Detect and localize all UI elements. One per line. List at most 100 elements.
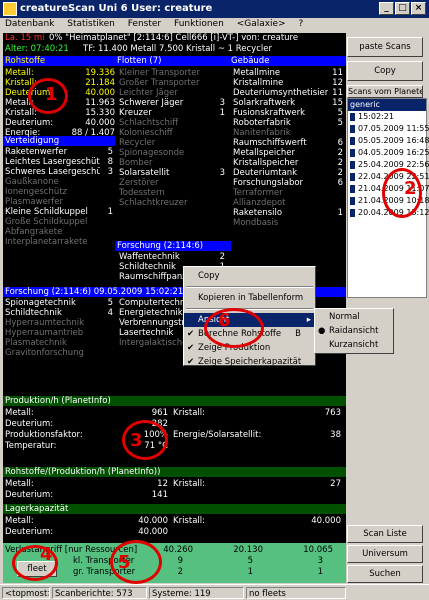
rohprod-row-1: Metall: 12 Kristall: 27 bbox=[3, 479, 346, 489]
verteidigung-value: 3 bbox=[107, 167, 113, 177]
age-minutes: La. 15 min bbox=[5, 33, 45, 43]
prod-row-4: Temperatur: 71 °C bbox=[3, 441, 346, 451]
verteidigung-value bbox=[101, 187, 113, 197]
flotte-value bbox=[213, 138, 225, 148]
menu-help[interactable]: ? bbox=[294, 18, 309, 30]
lager-row-1: Metall: 40.000 Kristall: 40.000 bbox=[3, 516, 346, 526]
scan-date-item[interactable]: 07.05.2009 11:55 bbox=[348, 123, 429, 135]
flotte-value bbox=[213, 188, 225, 198]
planet-info: 0% "Heimatplanet" [2:114:6] Cell666 [i]-… bbox=[49, 33, 299, 43]
gebaeude-value: 12 bbox=[332, 78, 343, 88]
ctx-copy-table[interactable]: Kopieren in Tabellenform bbox=[184, 291, 315, 305]
rohstoff-value: 40.000 bbox=[85, 118, 115, 128]
annotation-number-6: 6 bbox=[218, 310, 231, 331]
menu-galaxie[interactable]: <Galaxie> bbox=[232, 18, 291, 30]
forschung-value bbox=[101, 328, 113, 338]
scan-date-label: 15:02:21 bbox=[358, 112, 394, 121]
verteidigung-value bbox=[101, 217, 113, 227]
status-fleets: no fleets bbox=[246, 587, 346, 599]
lager-metall-value: 40.000 bbox=[138, 516, 168, 526]
verteidigung-label: Gaußkanone bbox=[5, 177, 59, 187]
gebaeude-value: 15 bbox=[332, 98, 343, 108]
verteidigung-label: Kleine Schildkuppel bbox=[5, 207, 88, 217]
minimize-button[interactable]: _ bbox=[379, 2, 394, 15]
status-scanberichte: Scanberichte: 573 bbox=[52, 587, 147, 599]
gebaeude-value: 5 bbox=[337, 118, 343, 128]
ctx-copy[interactable]: Copy bbox=[184, 269, 315, 283]
menu-statistiken[interactable]: Statistiken bbox=[62, 18, 120, 30]
ctx-zeige-speicher[interactable]: ✔ Zeige Speicherkapazität bbox=[184, 355, 315, 369]
rohstoff-value: 21.184 bbox=[85, 78, 115, 88]
forschung-value bbox=[101, 348, 113, 358]
forschung-value bbox=[101, 318, 113, 328]
gebaeude-label: Deuteriumtank bbox=[233, 168, 298, 178]
flotte-label: Leichter Jäger bbox=[119, 88, 178, 98]
prod-energy-value: 38 bbox=[330, 430, 341, 440]
flotte-label: Kolonieschiff bbox=[119, 128, 173, 138]
universum-button[interactable]: Universum bbox=[347, 545, 423, 563]
rohprod-metall-label: Metall: bbox=[5, 479, 34, 489]
flotte-label: Bomber bbox=[119, 158, 153, 168]
lager-kristall-label: Kristall: bbox=[173, 516, 205, 526]
info-line-1: La. 15 min 0% "Heimatplanet" [2:114:6] C… bbox=[3, 33, 346, 43]
scan-date-item[interactable]: 15:02:21 bbox=[348, 111, 426, 123]
scan-date-item[interactable]: generic bbox=[348, 99, 426, 111]
flotte-label: Großer Transporter bbox=[119, 78, 200, 88]
gebaeude-label: Mondbasis bbox=[233, 218, 279, 228]
flotte-value: 1 bbox=[219, 108, 225, 118]
copy-button[interactable]: Copy bbox=[347, 61, 423, 81]
forschung-value: 4 bbox=[107, 308, 113, 318]
rohprod-kristall-value: 27 bbox=[330, 479, 341, 489]
gebaeude-label: Metallspeicher bbox=[233, 148, 296, 158]
gebaeude-label: Fusionskraftwerk bbox=[233, 108, 306, 118]
menu-funktionen[interactable]: Funktionen bbox=[169, 18, 229, 30]
rohprod-metall-value: 12 bbox=[157, 479, 168, 489]
verteidigung-value bbox=[101, 177, 113, 187]
lager-deut-label: Deuterium: bbox=[5, 527, 54, 537]
ctx-berechne-shortcut: B bbox=[295, 329, 301, 339]
flotte-value bbox=[213, 128, 225, 138]
header-verteidigung: Verteidigung bbox=[3, 136, 115, 146]
flotte-value: 3 bbox=[219, 168, 225, 178]
scan-date-label: 07.05.2009 11:55 bbox=[358, 124, 429, 133]
attack-value-2: 20.130 bbox=[233, 545, 263, 555]
scans-vom-planeten-button[interactable]: Scans vom Planeten bbox=[347, 85, 423, 98]
gebaeude-label: Terraformer bbox=[233, 188, 283, 198]
suchen-button[interactable]: Suchen bbox=[347, 565, 423, 583]
verteidigung-label: Raketenwerfer bbox=[5, 147, 68, 157]
flotte-label: Schwerer Jäger bbox=[119, 98, 184, 108]
annotation-number-5: 5 bbox=[118, 552, 131, 573]
prod-temp-label: Temperatur: bbox=[5, 441, 57, 451]
gebaeude-value bbox=[328, 188, 343, 198]
annotation-number-4: 4 bbox=[40, 544, 53, 565]
verteidigung-label: Leichtes Lasergeschütz bbox=[5, 157, 100, 167]
check-icon: ✔ bbox=[187, 357, 195, 367]
title-bar: creatureScan Uni 6 User: creature _ □ × bbox=[0, 0, 429, 18]
forschung-label: Hyperraumantrieb bbox=[5, 328, 84, 338]
flotte-label: Recycler bbox=[119, 138, 156, 148]
flotte-label: Schlachtschiff bbox=[119, 118, 179, 128]
forschung-label: Gravitonforschung bbox=[5, 348, 84, 358]
scan-date-item[interactable]: 04.05.2009 16:25 bbox=[348, 147, 429, 159]
scan-date-label: 05.05.2009 16:48 bbox=[358, 136, 429, 145]
maximize-button[interactable]: □ bbox=[395, 2, 410, 15]
header-gebaeude: Gebäude bbox=[231, 56, 270, 66]
flotte-value bbox=[213, 148, 225, 158]
radio-dot-icon: ● bbox=[318, 326, 326, 336]
scan-date-item[interactable]: 25.04.2009 22:56 bbox=[348, 159, 429, 171]
paste-scans-button[interactable]: paste Scans bbox=[347, 37, 423, 57]
menu-datenbank[interactable]: Datenbank bbox=[0, 18, 59, 30]
flotte-label: Zerstörer bbox=[119, 178, 159, 188]
header-produktion: Produktion/h (PlanetInfo) bbox=[3, 396, 346, 406]
forschung-label: Schildtechnik bbox=[5, 308, 62, 318]
close-button[interactable]: × bbox=[411, 2, 426, 15]
rohstoff-value: 19.336 bbox=[85, 68, 115, 78]
scan-marker-icon bbox=[350, 208, 355, 217]
rohstoff-value: 11.963 bbox=[85, 98, 115, 108]
flotte-value bbox=[213, 118, 225, 128]
menu-fenster[interactable]: Fenster bbox=[123, 18, 166, 30]
annotation-number-1: 1 bbox=[45, 84, 58, 105]
ctx-separator bbox=[186, 308, 313, 310]
scan-date-item[interactable]: 05.05.2009 16:48 bbox=[348, 135, 429, 147]
scan-liste-button[interactable]: Scan Liste bbox=[347, 525, 423, 543]
